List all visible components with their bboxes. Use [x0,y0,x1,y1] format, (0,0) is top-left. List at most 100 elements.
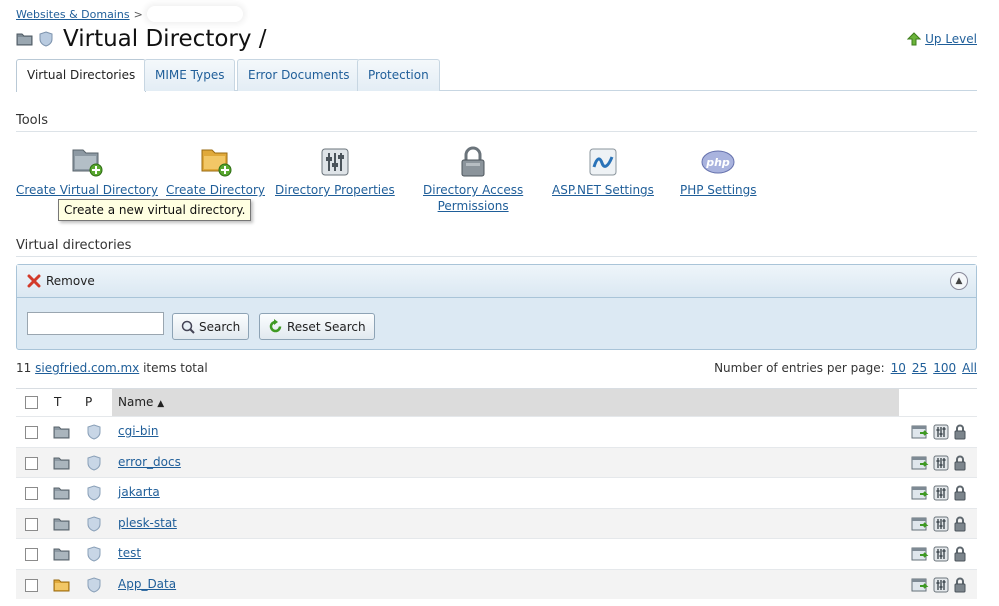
create-virtual-directory-icon [72,149,103,177]
table-row: plesk-stat [16,507,977,538]
per-page-100[interactable]: 100 [933,361,956,375]
remove-button[interactable]: Remove [17,265,976,298]
domain-link[interactable]: siegfried.com.mx [35,361,139,375]
directory-name-link[interactable]: jakarta [118,485,160,499]
directory-name-link[interactable]: plesk-stat [118,516,177,530]
row-checkbox[interactable] [25,426,38,439]
row-checkbox[interactable] [25,548,38,561]
virtual-directories-header: Virtual directories [16,238,977,257]
table-row: App_Data [16,568,977,599]
directory-name-link[interactable]: test [118,546,141,560]
open-directory-icon[interactable] [911,577,929,593]
row-checkbox[interactable] [25,578,38,592]
select-all-checkbox[interactable] [25,396,38,409]
lock-icon[interactable] [953,516,967,532]
row-checkbox[interactable] [25,487,38,500]
shield-icon [87,515,101,532]
table-row: jakarta [16,477,977,507]
lock-icon[interactable] [953,485,967,501]
search-input[interactable] [27,312,164,335]
directory-access-link-line2[interactable]: Permissions [438,199,509,213]
directory-access-link-line1[interactable]: Directory Access [423,183,523,197]
folder-icon [53,457,70,469]
items-total-info: 11 siegfried.com.mx items total [16,361,208,375]
breadcrumb-separator: > [133,7,143,21]
remove-label: Remove [46,274,95,288]
directory-name-link[interactable]: App_Data [118,577,176,591]
items-total-label: items total [143,361,208,375]
chevron-up-icon: ▲ [955,276,963,286]
entries-per-page-label: Number of entries per page: [714,361,885,375]
column-protection[interactable]: P [85,389,92,416]
sliders-icon [321,148,349,176]
php-settings-tool[interactable]: php PHP Settings [680,146,757,198]
create-virtual-directory-tool[interactable]: Create Virtual Directory [16,146,158,198]
directory-name-link[interactable]: cgi-bin [118,424,158,438]
row-actions [911,424,967,440]
folder-icon [53,518,70,530]
directory-name-link[interactable]: error_docs [118,455,181,469]
create-directory-icon [201,149,231,177]
row-checkbox[interactable] [25,517,38,531]
open-directory-icon[interactable] [911,455,929,471]
collapse-button[interactable]: ▲ [950,272,968,290]
open-directory-icon[interactable] [911,516,929,532]
create-directory-tool[interactable]: Create Directory [166,146,265,198]
folder-icon [53,579,70,591]
directory-access-permissions-tool[interactable]: Directory Access Permissions [423,146,523,214]
per-page-all[interactable]: All [962,361,977,375]
folder-icon [16,33,33,46]
reset-search-label: Reset Search [287,319,366,334]
reset-search-button[interactable]: Reset Search [259,313,375,340]
table-row: error_docs [16,446,977,477]
php-settings-link[interactable]: PHP Settings [680,183,757,197]
breadcrumb-blurred-domain [146,6,243,22]
lock-icon[interactable] [953,455,967,471]
create-directory-link[interactable]: Create Directory [166,183,265,197]
directory-properties-tool[interactable]: Directory Properties [275,146,395,198]
up-level-label[interactable]: Up Level [925,32,977,46]
row-actions [911,577,967,593]
properties-icon[interactable] [933,424,949,440]
tab-virtual-directories[interactable]: Virtual Directories [16,59,147,92]
tab-protection[interactable]: Protection [357,59,440,91]
lock-icon[interactable] [953,577,967,593]
tab-mime-types[interactable]: MIME Types [144,59,236,91]
directory-properties-link[interactable]: Directory Properties [275,183,395,197]
lock-icon[interactable] [953,424,967,440]
folder-icon [53,487,70,500]
search-button[interactable]: Search [172,313,250,340]
properties-icon[interactable] [933,485,949,501]
red-x-icon [27,274,41,288]
up-level-link[interactable]: Up Level [907,32,977,46]
items-count: 11 [16,361,32,375]
table-row: cgi-bin [16,416,977,446]
table-header: T P Name ▲ [16,388,977,416]
properties-icon[interactable] [933,546,949,562]
tools-header: Tools [16,113,977,132]
shield-icon [87,454,101,471]
per-page-25[interactable]: 25 [912,361,927,375]
column-name[interactable]: Name ▲ [112,389,899,416]
open-directory-icon[interactable] [911,424,929,440]
properties-icon[interactable] [933,577,949,593]
tab-bar: Virtual Directories MIME Types Error Doc… [16,59,977,92]
create-virtual-directory-link[interactable]: Create Virtual Directory [16,183,158,197]
tab-error-documents[interactable]: Error Documents [237,59,361,91]
column-type[interactable]: T [54,389,61,416]
row-checkbox[interactable] [25,456,38,470]
lock-icon[interactable] [953,546,967,562]
lock-icon [461,146,485,177]
row-actions [911,516,967,532]
per-page-10[interactable]: 10 [891,361,906,375]
properties-icon[interactable] [933,455,949,471]
row-actions [911,485,967,501]
open-directory-icon[interactable] [911,485,929,501]
aspnet-settings-link[interactable]: ASP.NET Settings [552,183,654,197]
breadcrumb-websites-domains[interactable]: Websites & Domains [16,8,130,21]
entries-per-page: Number of entries per page: 10 25 100 Al… [714,361,977,375]
aspnet-settings-tool[interactable]: ASP.NET Settings [552,146,654,198]
aspnet-icon [589,148,617,176]
open-directory-icon[interactable] [911,546,929,562]
properties-icon[interactable] [933,516,949,532]
